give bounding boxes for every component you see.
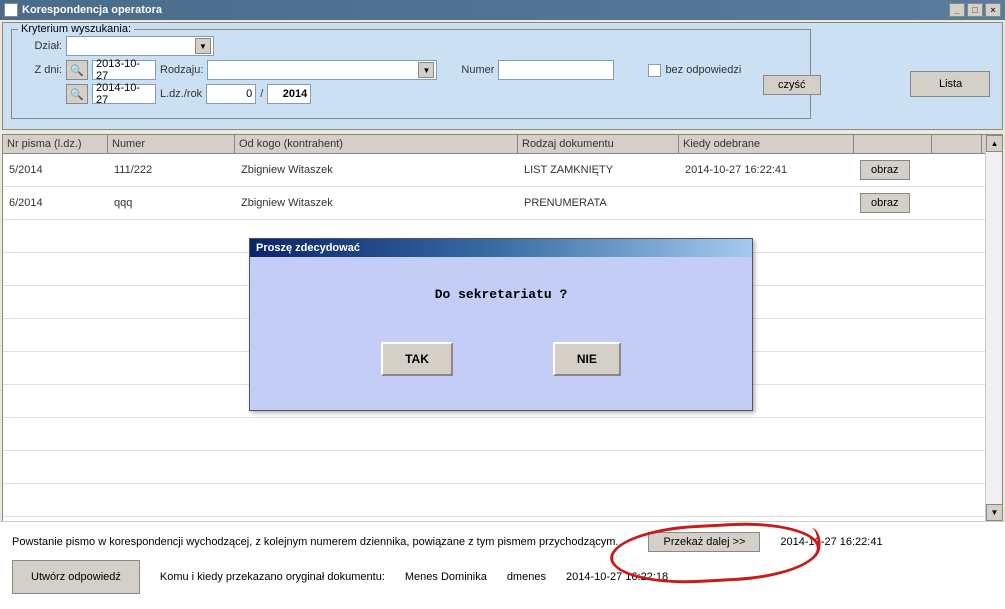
maximize-button[interactable]: □	[967, 3, 983, 17]
komu-label: Komu i kiedy przekazano oryginał dokumen…	[160, 571, 385, 583]
table-row[interactable]: 6/2014 qqq Zbigniew Witaszek PRENUMERATA…	[3, 187, 1002, 220]
czysc-button[interactable]: czyść	[763, 75, 821, 95]
chevron-down-icon: ▼	[418, 62, 434, 78]
scroll-down-icon[interactable]: ▼	[986, 504, 1003, 521]
bottom-panel: Powstanie pismo w korespondencji wychodz…	[0, 521, 1005, 609]
search-icon: 🔍	[70, 88, 84, 101]
search-icon: 🔍	[70, 64, 84, 77]
table-header: Nr pisma (l.dz.) Numer Od kogo (kontrahe…	[3, 135, 1002, 154]
titlebar: Korespondencja operatora _ □ ×	[0, 0, 1005, 20]
date-to-button[interactable]: 🔍	[66, 84, 88, 104]
scroll-up-icon[interactable]: ▲	[986, 135, 1003, 152]
dialog-yes-button[interactable]: TAK	[381, 342, 453, 376]
date-from-input[interactable]: 2013-10-27	[92, 60, 156, 80]
dialog-title: Proszę zdecydować	[250, 239, 752, 257]
app-icon	[4, 3, 18, 17]
komu-date: 2014-10-27 16:22:18	[566, 571, 668, 583]
ldz-label: L.dz./rok	[160, 88, 202, 100]
lista-button[interactable]: Lista	[910, 71, 990, 97]
obraz-button[interactable]: obraz	[860, 193, 910, 213]
numer-input[interactable]	[498, 60, 614, 80]
chevron-down-icon: ▼	[195, 38, 211, 54]
ldz-num-input[interactable]: 0	[206, 84, 256, 104]
zdni-label: Z dni:	[22, 64, 62, 76]
minimize-button[interactable]: _	[949, 3, 965, 17]
dzial-label: Dział:	[22, 40, 62, 52]
dialog-message: Do sekretariatu ?	[270, 287, 732, 302]
vertical-scrollbar[interactable]: ▲ ▼	[985, 135, 1002, 521]
th-rodzaj[interactable]: Rodzaj dokumentu	[518, 135, 679, 153]
th-numer[interactable]: Numer	[108, 135, 235, 153]
bez-odpowiedzi-label: bez odpowiedzi	[665, 64, 741, 76]
search-legend: Kryterium wyszukania:	[18, 23, 134, 35]
przekaz-button[interactable]: Przekaż dalej >>	[648, 532, 760, 552]
th-7[interactable]	[932, 135, 982, 153]
ldz-year-input[interactable]: 2014	[267, 84, 311, 104]
table-row	[3, 484, 1002, 517]
przekaz-date: 2014-10-27 16:22:41	[780, 536, 882, 548]
search-panel: Kryterium wyszukania: Dział: ▼ Z dni: 🔍 …	[2, 22, 1003, 130]
date-to-input[interactable]: 2014-10-27	[92, 84, 156, 104]
komu-name: Menes Dominika	[405, 571, 487, 583]
bottom-note: Powstanie pismo w korespondencji wychodz…	[12, 536, 618, 548]
th-nr[interactable]: Nr pisma (l.dz.)	[3, 135, 108, 153]
rodzaju-dropdown[interactable]: ▼	[207, 60, 437, 80]
confirm-dialog: Proszę zdecydować Do sekretariatu ? TAK …	[249, 238, 753, 411]
close-button[interactable]: ×	[985, 3, 1001, 17]
rodzaju-label: Rodzaju:	[160, 64, 203, 76]
komu-login: dmenes	[507, 571, 546, 583]
table-row[interactable]: 5/2014 111/222 Zbigniew Witaszek LIST ZA…	[3, 154, 1002, 187]
th-od[interactable]: Od kogo (kontrahent)	[235, 135, 518, 153]
numer-label: Numer	[461, 64, 494, 76]
date-from-button[interactable]: 🔍	[66, 60, 88, 80]
ldz-sep: /	[260, 88, 263, 100]
dialog-no-button[interactable]: NIE	[553, 342, 621, 376]
window-title: Korespondencja operatora	[22, 4, 162, 16]
obraz-button[interactable]: obraz	[860, 160, 910, 180]
utworz-odpowiedz-button[interactable]: Utwórz odpowiedź	[12, 560, 140, 594]
dzial-dropdown[interactable]: ▼	[66, 36, 214, 56]
table-row	[3, 451, 1002, 484]
table-row	[3, 418, 1002, 451]
th-6[interactable]	[854, 135, 932, 153]
th-kiedy[interactable]: Kiedy odebrane	[679, 135, 854, 153]
bez-odpowiedzi-checkbox[interactable]	[648, 64, 661, 77]
